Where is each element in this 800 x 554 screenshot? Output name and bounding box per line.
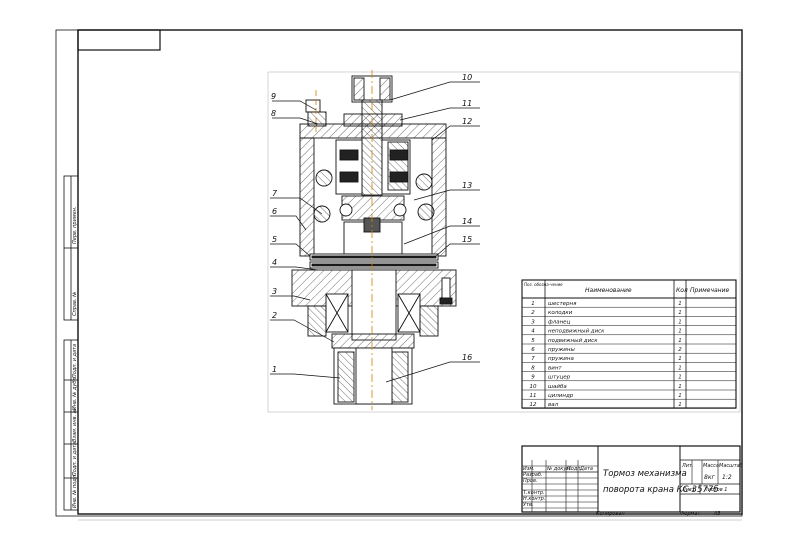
tb-lit-label: Лит. (681, 463, 694, 469)
bom-cell-qty: 1 (678, 310, 682, 316)
tb-scale-label: Масштаб (719, 463, 743, 469)
callout-1: 1 (272, 365, 277, 374)
bom-cell-name: шестерня (548, 301, 577, 307)
bom-cell-qty: 2 (678, 347, 682, 353)
bom-cell-pos: 3 (531, 319, 535, 325)
top-left-stamp-box (77, 29, 161, 51)
drawing-svg: Перв. примен. Справ. № Подп. и дата Инв.… (55, 29, 743, 521)
title-line-2: поворота крана КС-3577б (603, 485, 719, 495)
callout-9: 9 (271, 92, 276, 101)
bom-cell-name: неподвижный диск (548, 329, 605, 335)
tb-row-check: Пров. (523, 478, 538, 484)
bom-cell-pos: 8 (531, 365, 535, 371)
callout-11: 11 (462, 99, 472, 108)
callout-8: 8 (271, 109, 276, 118)
bom-cell-pos: 1 (531, 301, 535, 307)
drawing-sheet: Перв. примен. Справ. № Подп. и дата Инв.… (0, 0, 800, 550)
footer-copied: Копировал (596, 511, 625, 517)
tb-row-approve: Утв. (523, 502, 534, 508)
callout-14: 14 (462, 217, 472, 226)
bom-cell-qty: 1 (678, 338, 682, 344)
tb-scale-value: 1:2 (722, 474, 732, 481)
callout-12: 12 (462, 117, 472, 126)
bom-cell-qty: 1 (678, 384, 682, 390)
callout-15: 15 (462, 235, 472, 244)
bom-cell-pos: 9 (531, 375, 535, 381)
bom-header-pos: Поз. обозна-чение (524, 282, 563, 287)
bom-cell-pos: 10 (530, 384, 537, 390)
bom-header-name: Наименование (585, 287, 632, 294)
bom-cell-pos: 2 (531, 310, 535, 316)
bom-cell-qty: 1 (678, 393, 682, 399)
side-stamp-dup-inv: Инв. № дубл. (72, 376, 78, 410)
bom-cell-qty: 1 (678, 329, 682, 335)
side-stamp-orig-inv: Инв. № подл. (72, 474, 78, 509)
bom-cell-name: штуцер (548, 375, 571, 381)
bom-cell-name: шайба (548, 384, 567, 390)
bom-header-qty: Кол (676, 287, 688, 294)
side-stamp-replace-inv: Взам. инв. № (72, 408, 78, 442)
tb-mass-label: Масса (703, 463, 719, 469)
bom-cell-qty: 1 (678, 301, 682, 307)
tb-sheet-num: 1 (692, 487, 695, 493)
bom-cell-pos: 12 (530, 402, 537, 408)
callout-13: 13 (462, 181, 472, 190)
title-line-1: Тормоз механизма (603, 469, 687, 479)
bom-cell-pos: 5 (531, 338, 535, 344)
side-stamp-ref: Справ. № (72, 292, 78, 316)
bom-cell-pos: 7 (531, 356, 535, 362)
footer-format-value: А3 (713, 511, 721, 517)
side-stamp-sign-date-2: Подп. и дата (72, 442, 78, 476)
bom-header-note: Примечание (690, 287, 729, 294)
bom-cell-name: винт (548, 365, 562, 371)
footer-format-label: Формат (680, 511, 701, 517)
callout-3: 3 (272, 287, 277, 296)
bom-cell-name: подвижный диск (548, 338, 598, 344)
bom-cell-name: пружина (548, 356, 574, 362)
bom-cell-name: фланец (548, 319, 571, 325)
callout-10: 10 (462, 73, 472, 82)
bom-cell-qty: 1 (678, 356, 682, 362)
callout-6: 6 (272, 207, 277, 216)
bom-cell-qty: 1 (678, 375, 682, 381)
bom-cell-pos: 6 (531, 347, 535, 353)
bom-cell-name: колодки (548, 310, 573, 316)
callout-2: 2 (272, 311, 277, 320)
bom-cell-name: пружины (548, 347, 575, 353)
side-stamp-sign-date-1: Подп. и дата (72, 344, 78, 378)
bom-cell-pos: 4 (531, 329, 535, 335)
bom-cell-qty: 1 (678, 402, 682, 408)
tb-mass-value: 8кг (704, 474, 715, 481)
bom-cell-qty: 1 (678, 319, 682, 325)
callout-4: 4 (272, 258, 277, 267)
bom-cell-qty: 1 (678, 365, 682, 371)
side-stamp-first-use: Перв. примен. (72, 206, 78, 244)
bom-cell-pos: 11 (530, 393, 537, 399)
tb-col-date: Дата (579, 466, 593, 472)
tb-sheets-label: Листов 1 (703, 487, 727, 493)
bom-cell-name: вал (548, 402, 559, 408)
callout-5: 5 (272, 235, 277, 244)
callout-16: 16 (462, 353, 472, 362)
bom-cell-name: цилиндр (548, 393, 574, 399)
